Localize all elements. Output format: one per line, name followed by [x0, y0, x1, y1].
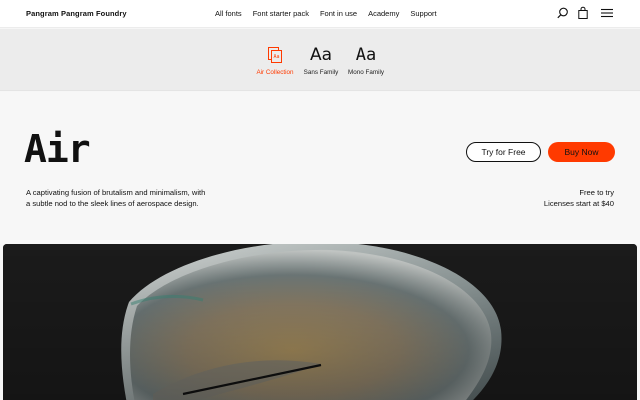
tab-mono-family[interactable]: Aa Mono Family [333, 44, 399, 76]
shopping-bag-icon[interactable] [576, 6, 590, 20]
font-sample: Aa [309, 45, 333, 65]
pricing-info: Free to try Licenses start at $40 [544, 187, 614, 209]
main-nav: All fonts Font starter pack Font in use … [215, 9, 437, 18]
tab-label: Mono Family [347, 69, 385, 76]
pricing-free-text: Free to try [579, 188, 614, 197]
brand-logo-text[interactable]: Pangram Pangram Foundry [26, 9, 127, 18]
font-sample: Aa [355, 45, 377, 65]
pricing-license-text: Licenses start at $40 [543, 199, 614, 208]
buy-now-button[interactable]: Buy Now [548, 142, 615, 162]
top-navigation-bar: Pangram Pangram Foundry All fonts Font s… [0, 0, 640, 28]
nav-link-academy[interactable]: Academy [368, 9, 399, 18]
font-family-tabs: Aa Air Collection Aa Sans Family Aa Mono… [0, 29, 640, 91]
page-title: Air [24, 127, 91, 171]
nav-link-font-starter-pack[interactable]: Font starter pack [253, 9, 309, 18]
nav-link-all-fonts[interactable]: All fonts [215, 9, 242, 18]
description-line: a subtle nod to the sleek lines of aeros… [26, 199, 199, 208]
air-collection-icon: Aa [268, 47, 282, 63]
try-for-free-button[interactable]: Try for Free [466, 142, 541, 162]
abstract-3d-shape [3, 244, 637, 400]
hero-image [3, 244, 637, 400]
search-icon[interactable] [556, 6, 570, 20]
menu-icon[interactable] [600, 6, 614, 20]
nav-link-font-in-use[interactable]: Font in use [320, 9, 357, 18]
font-hero: Air A captivating fusion of brutalism an… [0, 92, 640, 244]
nav-link-support[interactable]: Support [410, 9, 436, 18]
font-description: A captivating fusion of brutalism and mi… [26, 187, 216, 209]
description-line: A captivating fusion of brutalism and mi… [26, 188, 206, 197]
